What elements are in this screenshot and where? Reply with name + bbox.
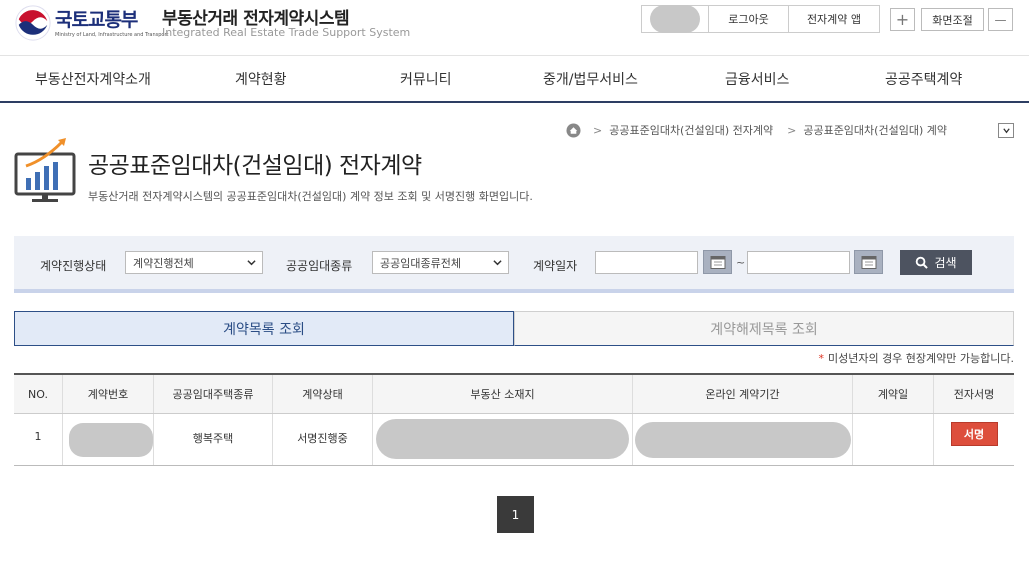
- redacted-user-name: [650, 5, 700, 33]
- pagination-page-current[interactable]: 1: [497, 496, 534, 533]
- site-subtitle: Integrated Real Estate Trade Support Sys…: [162, 26, 411, 39]
- address-cell: [373, 414, 633, 465]
- required-star-icon: *: [818, 352, 824, 365]
- signature-cell: 서명: [934, 414, 1014, 465]
- date-from-calendar-button[interactable]: [703, 250, 732, 274]
- date-to-input[interactable]: [747, 251, 850, 274]
- type-label: 공공임대종류: [286, 259, 353, 273]
- tab-cancelled-list[interactable]: 계약해제목록 조회: [514, 311, 1014, 346]
- status-select-value: 계약진행전체: [133, 256, 194, 270]
- contract-chart-icon: [14, 138, 76, 202]
- nav-item-public-housing[interactable]: 공공주택계약: [885, 69, 962, 89]
- type-select[interactable]: 공공임대종류전체: [372, 251, 509, 274]
- column-header: 공공임대주택종류: [154, 375, 273, 413]
- search-button[interactable]: 검색: [900, 250, 972, 275]
- column-header: 전자서명: [953, 388, 995, 401]
- table-header-row: NO. 계약번호 공공임대주택종류 계약상태 부동산 소재지 온라인 계약기간 …: [14, 375, 1014, 414]
- column-header: 계약상태: [273, 375, 373, 413]
- chevron-down-icon: [247, 260, 256, 266]
- logout-button[interactable]: 로그아웃: [709, 6, 789, 32]
- breadcrumb-dropdown-button[interactable]: [998, 123, 1014, 138]
- zoom-in-button[interactable]: +: [890, 8, 915, 31]
- search-icon: [916, 256, 929, 269]
- row-number: 1: [14, 414, 63, 465]
- breadcrumb: > 공공표준임대차(건설임대) 전자계약 > 공공표준임대차(건설임대) 계약: [566, 122, 947, 138]
- date-from-input[interactable]: [595, 251, 698, 274]
- search-panel: 계약진행상태 계약진행전체 공공임대종류 공공임대종류전체 계약일자 ~ 검색: [14, 236, 1014, 293]
- search-button-label: 검색: [934, 256, 957, 270]
- zoom-out-button[interactable]: —: [988, 8, 1013, 31]
- minor-notice: * 미성년자의 경우 현장계약만 가능합니다.: [818, 350, 1014, 366]
- contract-date-cell: [853, 414, 934, 465]
- redacted-online-period: [634, 422, 851, 458]
- nav-item-intro[interactable]: 부동산전자계약소개: [35, 69, 151, 89]
- chevron-down-icon: [493, 260, 502, 266]
- online-period-cell: [633, 414, 853, 465]
- e-contract-app-button[interactable]: 전자계약 앱: [789, 6, 879, 32]
- status-label: 계약진행상태: [40, 259, 107, 273]
- plus-icon: +: [895, 10, 910, 29]
- nav-item-community[interactable]: 커뮤니티: [400, 69, 452, 89]
- nav-item-brokerage[interactable]: 중개/법무서비스: [543, 69, 638, 89]
- ministry-name[interactable]: 국토교통부: [55, 5, 138, 32]
- minus-icon: —: [994, 12, 1007, 27]
- breadcrumb-item[interactable]: 공공표준임대차(건설임대) 전자계약: [609, 122, 773, 138]
- date-label: 계약일자: [533, 259, 578, 273]
- type-select-value: 공공임대종류전체: [380, 256, 461, 270]
- column-header: 계약번호: [63, 375, 154, 413]
- calendar-icon: [710, 256, 725, 269]
- column-header: 부동산 소재지: [373, 375, 633, 413]
- house-type-cell: 행복주택: [154, 414, 273, 465]
- column-header: 온라인 계약기간: [633, 375, 853, 413]
- page-title: 공공표준임대차(건설임대) 전자계약: [88, 153, 422, 179]
- chevron-right-icon: >: [593, 123, 603, 137]
- minor-notice-text: 미성년자의 경우 현장계약만 가능합니다.: [827, 352, 1014, 365]
- site-header: 국토교통부 Ministry of Land, Infrastructure a…: [0, 0, 1029, 56]
- table-row[interactable]: 1 행복주택 서명진행중 서명: [14, 414, 1014, 466]
- date-range-separator: ~: [736, 256, 746, 269]
- contract-status-cell: 서명진행중: [273, 414, 373, 465]
- utility-menu: 로그아웃 전자계약 앱: [641, 5, 880, 33]
- sign-button[interactable]: 서명: [950, 422, 998, 446]
- column-header: 계약일: [853, 375, 934, 413]
- chevron-down-icon: [1002, 128, 1010, 134]
- nav-item-contract-status[interactable]: 계약현황: [235, 69, 287, 89]
- ministry-eng-name: Ministry of Land, Infrastructure and Tra…: [55, 32, 169, 38]
- chevron-right-icon: >: [787, 123, 797, 137]
- redacted-address: [376, 419, 629, 459]
- status-select[interactable]: 계약진행전체: [125, 251, 263, 274]
- calendar-icon: [861, 256, 876, 269]
- redacted-contract-number: [69, 423, 153, 457]
- column-header: NO.: [14, 375, 63, 413]
- contract-number-cell[interactable]: [63, 414, 154, 465]
- breadcrumb-item[interactable]: 공공표준임대차(건설임대) 계약: [803, 122, 947, 138]
- page-description: 부동산거래 전자계약시스템의 공공표준임대차(건설임대) 계약 정보 조회 및 …: [88, 190, 533, 203]
- contract-table: NO. 계약번호 공공임대주택종류 계약상태 부동산 소재지 온라인 계약기간 …: [14, 373, 1014, 466]
- tab-contract-list[interactable]: 계약목록 조회: [14, 311, 514, 346]
- user-name: [642, 5, 709, 33]
- home-icon[interactable]: [566, 122, 581, 138]
- zoom-label: 화면조절: [921, 8, 984, 31]
- nav-item-finance[interactable]: 금융서비스: [725, 69, 789, 89]
- main-nav: 부동산전자계약소개 계약현황 커뮤니티 중개/법무서비스 금융서비스 공공주택계…: [0, 57, 1029, 103]
- date-to-calendar-button[interactable]: [854, 250, 883, 274]
- ministry-logo-icon[interactable]: [14, 4, 52, 42]
